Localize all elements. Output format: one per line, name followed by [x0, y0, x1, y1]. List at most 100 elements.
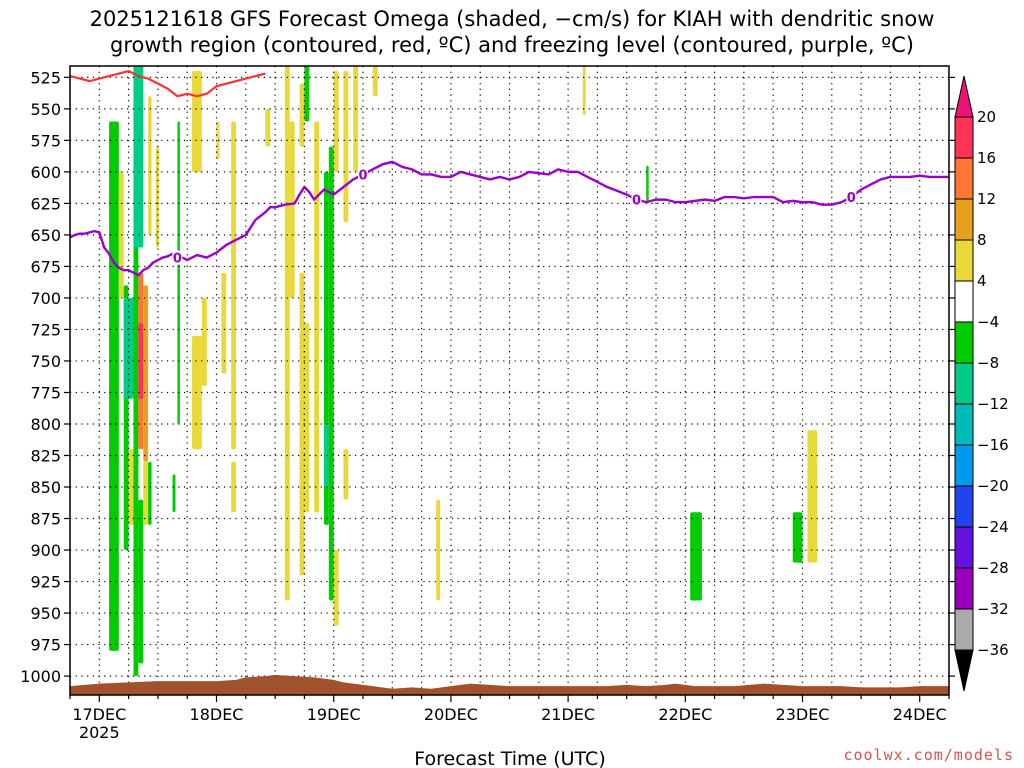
- omega-cell: [582, 66, 586, 116]
- colorbar-label: 16: [977, 149, 996, 167]
- y-tick-label: 575: [30, 131, 61, 150]
- omega-cell: [289, 121, 295, 298]
- terrain-surface: [70, 674, 949, 695]
- x-tick-label: 19DEC: [307, 705, 361, 724]
- colorbar-top-arrow: [954, 75, 974, 118]
- omega-cell: [172, 474, 176, 513]
- colorbar-swatch: [954, 198, 974, 241]
- omega-cell: [314, 121, 320, 513]
- colorbar-label: 8: [977, 231, 987, 249]
- colorbar-swatch: [954, 526, 974, 569]
- x-tick-label: 17DEC: [72, 705, 126, 724]
- colorbar: 20 16 12 8 4 −4 −8 −12 −16 −20 −24 −28 −32 −36: [954, 75, 1009, 692]
- omega-cross-section-chart: 000 0 52555057560062565067570072575077580…: [20, 65, 1009, 768]
- y-tick-label: 725: [30, 320, 61, 339]
- x-tick-label: 23DEC: [776, 705, 830, 724]
- colorbar-label: −20: [977, 477, 1009, 495]
- y-tick-label: 1000: [20, 667, 61, 686]
- x-tick-sublabel: 2025: [79, 723, 120, 742]
- omega-cell: [118, 171, 124, 298]
- omega-cell: [201, 297, 207, 387]
- omega-cell: [353, 66, 359, 172]
- colorbar-swatch: [954, 608, 974, 651]
- x-tick-label: 20DEC: [424, 705, 478, 724]
- colorbar-label: 12: [977, 190, 996, 208]
- omega-cell: [304, 323, 310, 513]
- omega-cell: [123, 297, 134, 399]
- omega-cell: [231, 121, 237, 450]
- colorbar-swatch: [954, 239, 974, 282]
- omega-shading-layer: [99, 66, 818, 677]
- omega-cell: [333, 550, 339, 626]
- omega-cell: [323, 423, 329, 488]
- colorbar-label: −4: [977, 313, 999, 331]
- y-tick-label: 950: [30, 604, 61, 623]
- axes-layer: 525 550 575 600 625 650 675 700 725 750 775 800 825 8…: [20, 65, 955, 768]
- omega-cell: [328, 146, 334, 601]
- colorbar-label: −28: [977, 559, 1009, 577]
- omega-cell: [436, 499, 441, 601]
- omega-cell: [372, 66, 378, 97]
- omega-cell: [143, 461, 149, 525]
- y-tick-label: 925: [30, 573, 61, 592]
- y-tick-label: 525: [30, 68, 61, 87]
- colorbar-swatch: [954, 485, 974, 528]
- y-tick-label: 825: [30, 447, 61, 466]
- y-tick-label: 850: [30, 478, 61, 497]
- omega-cell: [304, 66, 310, 122]
- y-tick-label: 600: [30, 163, 61, 182]
- omega-cell: [192, 335, 202, 450]
- contour-layer: 0 0 0 0: [69, 69, 949, 277]
- omega-cell: [333, 71, 339, 172]
- x-tick-label: 22DEC: [658, 705, 712, 724]
- omega-cell: [148, 461, 152, 525]
- freezing-level-label: 0: [173, 252, 182, 267]
- terrain-layer: [70, 674, 949, 695]
- colorbar-bottom-arrow: [954, 649, 974, 692]
- y-tick-label: 700: [30, 289, 61, 308]
- omega-cell: [192, 71, 202, 172]
- omega-cell: [133, 66, 144, 248]
- x-tick-label: 24DEC: [893, 705, 947, 724]
- y-tick-label: 775: [30, 383, 61, 402]
- omega-cell: [148, 96, 152, 235]
- colorbar-swatch: [954, 567, 974, 610]
- y-tick-label: 875: [30, 510, 61, 529]
- omega-cell: [153, 66, 156, 122]
- colorbar-swatch: [954, 116, 974, 159]
- freezing-level-label: 0: [358, 168, 367, 183]
- colorbar-label: 4: [977, 272, 987, 290]
- colorbar-label: −32: [977, 600, 1009, 618]
- source-credit: coolwx.com/models: [843, 746, 1014, 764]
- omega-cell: [807, 430, 818, 563]
- omega-cell: [221, 272, 227, 374]
- omega-cell: [99, 66, 110, 677]
- omega-cell: [792, 512, 803, 563]
- omega-cell: [299, 272, 305, 576]
- y-tick-label: 750: [30, 352, 61, 371]
- freezing-level-line: [69, 160, 949, 277]
- omega-cell: [284, 66, 290, 601]
- omega-cell: [299, 83, 305, 147]
- omega-cell: [343, 71, 349, 223]
- omega-cell: [143, 285, 149, 462]
- freezing-level-label: 0: [847, 191, 856, 206]
- y-tick-label: 900: [30, 541, 61, 560]
- omega-cell: [265, 108, 271, 147]
- colorbar-label: −24: [977, 518, 1009, 536]
- y-tick-label: 550: [30, 100, 61, 119]
- x-axis-label: Forecast Time (UTC): [414, 748, 605, 768]
- x-tick-label: 18DEC: [190, 705, 244, 724]
- colorbar-swatch: [954, 157, 974, 200]
- omega-cell: [343, 449, 349, 500]
- omega-cell: [177, 121, 180, 424]
- y-tick-label: 675: [30, 257, 61, 276]
- y-tick-label: 800: [30, 415, 61, 434]
- omega-cell: [690, 512, 702, 601]
- y-tick-label: 975: [30, 636, 61, 655]
- colorbar-label: −36: [977, 641, 1009, 659]
- colorbar-swatch: [954, 321, 974, 364]
- colorbar-swatch: [954, 362, 974, 405]
- colorbar-swatch: [954, 280, 974, 323]
- colorbar-swatch: [954, 403, 974, 446]
